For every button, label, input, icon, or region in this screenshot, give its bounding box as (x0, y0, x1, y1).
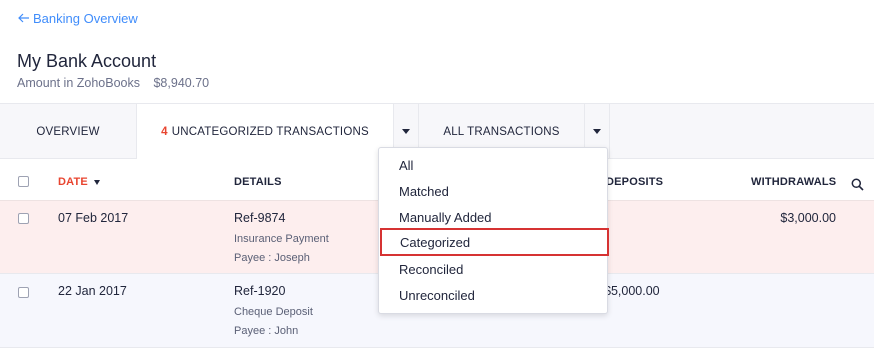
row-deposit: $5,000.00 (604, 284, 660, 298)
row-payee: Payee : Joseph (234, 252, 310, 264)
uncategorized-count-badge: 4 (161, 126, 168, 138)
row-date: 07 Feb 2017 (58, 211, 129, 225)
back-link-banking-overview[interactable]: Banking Overview (17, 9, 138, 27)
row-reference: Ref-1920 (234, 284, 286, 298)
row-description: Cheque Deposit (234, 306, 313, 318)
transaction-filter-dropdown: All Matched Manually Added Categorized R… (378, 147, 609, 314)
row-description: Insurance Payment (234, 233, 329, 245)
amount-label: Amount in ZohoBooks (17, 76, 140, 90)
dropdown-option-unreconciled[interactable]: Unreconciled (379, 282, 607, 308)
row-date: 22 Jan 2017 (58, 284, 127, 298)
dropdown-option-categorized[interactable]: Categorized (380, 228, 609, 256)
caret-down-icon (402, 129, 410, 134)
tab-all-label: ALL TRANSACTIONS (443, 125, 560, 138)
column-date-label: DATE (58, 176, 88, 188)
tab-overview-label: OVERVIEW (36, 125, 100, 138)
row-payee: Payee : John (234, 325, 299, 337)
dropdown-option-matched[interactable]: Matched (379, 178, 607, 204)
row-withdrawal: $3,000.00 (780, 211, 836, 225)
dropdown-option-reconciled[interactable]: Reconciled (379, 256, 607, 282)
tab-uncategorized-label: UNCATEGORIZED TRANSACTIONS (171, 126, 369, 138)
amount-line: Amount in ZohoBooks $8,940.70 (17, 76, 209, 90)
page-title: My Bank Account (17, 51, 157, 71)
back-link-label: Banking Overview (33, 10, 138, 26)
tab-overview[interactable]: OVERVIEW (0, 104, 137, 159)
row-reference: Ref-9874 (234, 211, 286, 225)
amount-value: $8,940.70 (153, 76, 210, 90)
arrow-left-icon (18, 13, 29, 23)
column-header-date[interactable]: DATE (58, 176, 100, 188)
row-checkbox[interactable] (18, 287, 29, 298)
tab-uncategorized-transactions[interactable]: 4 UNCATEGORIZED TRANSACTIONS (137, 104, 393, 160)
column-header-deposits: DEPOSITS (606, 176, 664, 188)
column-header-details: DETAILS (234, 176, 282, 188)
sort-descending-icon (93, 179, 100, 185)
row-checkbox[interactable] (18, 213, 29, 224)
dropdown-option-manually-added[interactable]: Manually Added (379, 204, 607, 230)
search-icon[interactable] (851, 178, 864, 191)
dropdown-option-all[interactable]: All (379, 152, 607, 178)
select-all-checkbox[interactable] (18, 176, 29, 187)
column-header-withdrawals: WITHDRAWALS (751, 176, 837, 188)
caret-down-icon (593, 129, 601, 134)
